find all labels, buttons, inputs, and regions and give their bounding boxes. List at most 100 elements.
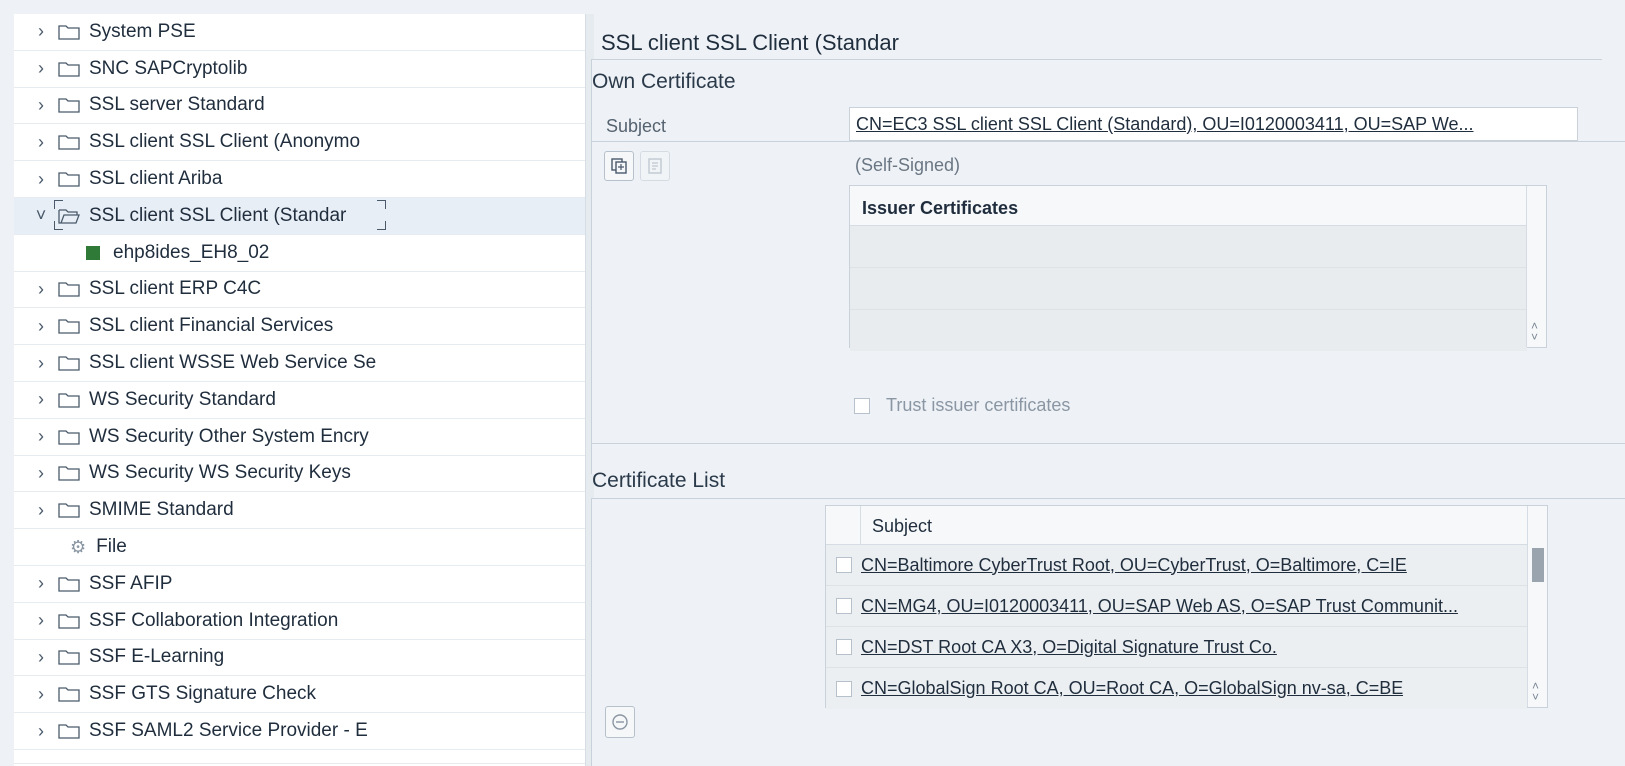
tree-item[interactable]: › SNC SAPCryptolib — [14, 51, 585, 88]
tree-item-label: WS Security Other System Encry — [89, 425, 369, 447]
chevron-right-icon[interactable]: › — [30, 316, 52, 337]
tree-item-label: SSF SAML2 Service Provider - E — [89, 720, 368, 742]
tree-item[interactable]: › SSL client WSSE Web Service Se — [14, 345, 585, 382]
chevron-right-icon[interactable]: › — [30, 426, 52, 447]
certificate-list-scrollbar[interactable]: ˄ ˅ — [1527, 506, 1547, 707]
export-icon — [648, 158, 662, 174]
row-checkbox[interactable] — [836, 598, 852, 614]
own-certificate-title: Own Certificate — [592, 70, 736, 93]
row-checkbox[interactable] — [836, 639, 852, 655]
chevron-right-icon[interactable]: › — [30, 500, 52, 521]
folder-icon — [58, 465, 80, 482]
page-title: SSL client SSL Client (Standar — [601, 30, 899, 55]
chevron-right-icon[interactable]: › — [30, 95, 52, 116]
chevron-right-icon[interactable]: › — [30, 279, 52, 300]
chevron-right-icon[interactable]: › — [30, 389, 52, 410]
issuer-scrollbar[interactable]: ˄ ˅ — [1526, 186, 1546, 347]
tree-item-label: SSL client SSL Client (Standar — [89, 204, 347, 226]
pse-tree: › System PSE › SNC SAPCryptolib › SSL server … — [14, 14, 586, 766]
tree-item[interactable]: › SSL client Financial Services — [14, 308, 585, 346]
tree-item[interactable]: › SSF SAML2 Service Provider - E — [14, 713, 585, 750]
issuer-empty-row — [850, 226, 1527, 268]
remove-certificate-button[interactable] — [605, 706, 635, 738]
chevron-right-icon[interactable]: › — [30, 573, 52, 594]
table-row[interactable]: CN=Baltimore CyberTrust Root, OU=CyberTr… — [826, 545, 1527, 586]
tree-item-label: WS Security WS Security Keys — [89, 462, 351, 484]
copy-icon — [611, 158, 627, 174]
tree-item[interactable]: › WS Security Standard — [14, 382, 585, 419]
folder-icon — [58, 576, 80, 592]
subject-label: Subject — [606, 116, 667, 136]
self-signed-label: (Self-Signed) — [855, 155, 961, 175]
chevron-right-icon[interactable]: › — [30, 684, 52, 705]
row-checkbox[interactable] — [836, 557, 852, 573]
subject-value-link[interactable]: CN=EC3 SSL client SSL Client (Standard),… — [849, 107, 1578, 141]
folder-icon — [58, 97, 80, 114]
folder-icon — [58, 392, 80, 408]
certificate-list-header: Subject — [826, 506, 1527, 545]
folder-icon — [58, 613, 80, 629]
issuer-certificates-table: Issuer Certificates ˄ ˅ — [849, 185, 1547, 351]
tree-item[interactable]: ˅ SSL client SSL Client (Standar — [14, 197, 585, 235]
chevron-right-icon[interactable]: › — [30, 610, 52, 631]
tree-item-label: SSL client Financial Services — [89, 315, 334, 337]
chevron-right-icon[interactable]: › — [30, 463, 52, 484]
chevron-right-icon[interactable]: › — [30, 21, 52, 42]
select-all-column[interactable] — [826, 506, 861, 544]
folder-icon — [58, 502, 80, 518]
chevron-down-icon[interactable]: ˅ — [30, 205, 52, 226]
certificate-entry-icon — [86, 245, 100, 260]
scrollbar-thumb[interactable] — [1532, 548, 1544, 582]
chevron-right-icon[interactable]: › — [30, 169, 52, 190]
certificate-subject-link[interactable]: CN=MG4, OU=I0120003411, OU=SAP Web AS, O… — [861, 596, 1458, 617]
tree-item-label: SSL server Standard — [89, 94, 265, 116]
certificate-list-table: Subject CN=Baltimore CyberTrust Root, OU… — [825, 505, 1548, 709]
row-checkbox[interactable] — [836, 680, 852, 697]
tree-item[interactable]: › SSL client SSL Client (Anonymo — [14, 124, 585, 162]
tree-item[interactable]: › SSF AFIP — [14, 566, 585, 603]
table-row[interactable]: CN=DST Root CA X3, O=Digital Signature T… — [826, 627, 1527, 668]
folder-open-icon — [58, 208, 80, 224]
tree-item-label: SSL client Ariba — [89, 168, 223, 190]
folder-icon — [58, 686, 80, 702]
tree-item[interactable]: › SSL client ERP C4C — [14, 272, 585, 309]
tree-item[interactable]: › SSF GTS Signature Check — [14, 676, 585, 714]
table-row[interactable]: CN=GlobalSign Root CA, OU=Root CA, O=Glo… — [826, 668, 1527, 709]
folder-icon — [58, 171, 80, 187]
tree-item-label: ehp8ides_EH8_02 — [113, 241, 270, 263]
tree-item[interactable]: ehp8ides_EH8_02 — [14, 235, 585, 272]
tree-item[interactable]: › WS Security WS Security Keys — [14, 456, 585, 493]
subject-column-header[interactable]: Subject — [872, 516, 932, 537]
chevron-right-icon[interactable]: › — [30, 647, 52, 668]
folder-icon — [58, 318, 80, 334]
folder-icon — [58, 24, 80, 40]
export-certificate-button[interactable] — [640, 151, 670, 181]
tree-item[interactable]: › WS Security Other System Encry — [14, 419, 585, 456]
folder-icon — [58, 61, 80, 77]
tree-item[interactable]: › System PSE — [14, 14, 585, 51]
tree-item[interactable]: › SSL server Standard — [14, 88, 585, 125]
scroll-arrows-icon: ˄ ˅ — [1532, 679, 1540, 704]
trust-issuer-checkbox[interactable] — [854, 397, 870, 414]
folder-icon — [58, 281, 80, 298]
certificate-subject-link[interactable]: CN=GlobalSign Root CA, OU=Root CA, O=Glo… — [861, 678, 1403, 699]
issuer-certificates-header: Issuer Certificates — [850, 186, 1528, 226]
certificate-subject-link[interactable]: CN=Baltimore CyberTrust Root, OU=CyberTr… — [861, 555, 1407, 576]
chevron-right-icon[interactable]: › — [30, 58, 52, 79]
chevron-right-icon[interactable]: › — [30, 132, 52, 153]
tree-item[interactable]: › SSF E-Learning — [14, 640, 585, 677]
chevron-right-icon[interactable]: › — [30, 721, 52, 742]
tree-item-label: SSF Collaboration Integration — [89, 609, 339, 631]
tree-item[interactable] — [14, 750, 585, 764]
tree-item[interactable]: › SSL client Ariba — [14, 161, 585, 198]
tree-item[interactable]: ⚙ File — [14, 529, 585, 566]
folder-icon — [58, 134, 80, 150]
trust-issuer-option: Trust issuer certificates — [854, 395, 1070, 416]
copy-certificate-button[interactable] — [604, 151, 634, 181]
table-row[interactable]: CN=MG4, OU=I0120003411, OU=SAP Web AS, O… — [826, 586, 1527, 627]
chevron-right-icon[interactable]: › — [30, 353, 52, 374]
tree-item[interactable]: › SMIME Standard — [14, 492, 585, 530]
certificate-subject-link[interactable]: CN=DST Root CA X3, O=Digital Signature T… — [861, 637, 1277, 658]
folder-icon — [58, 723, 80, 739]
tree-item[interactable]: › SSF Collaboration Integration — [14, 603, 585, 640]
